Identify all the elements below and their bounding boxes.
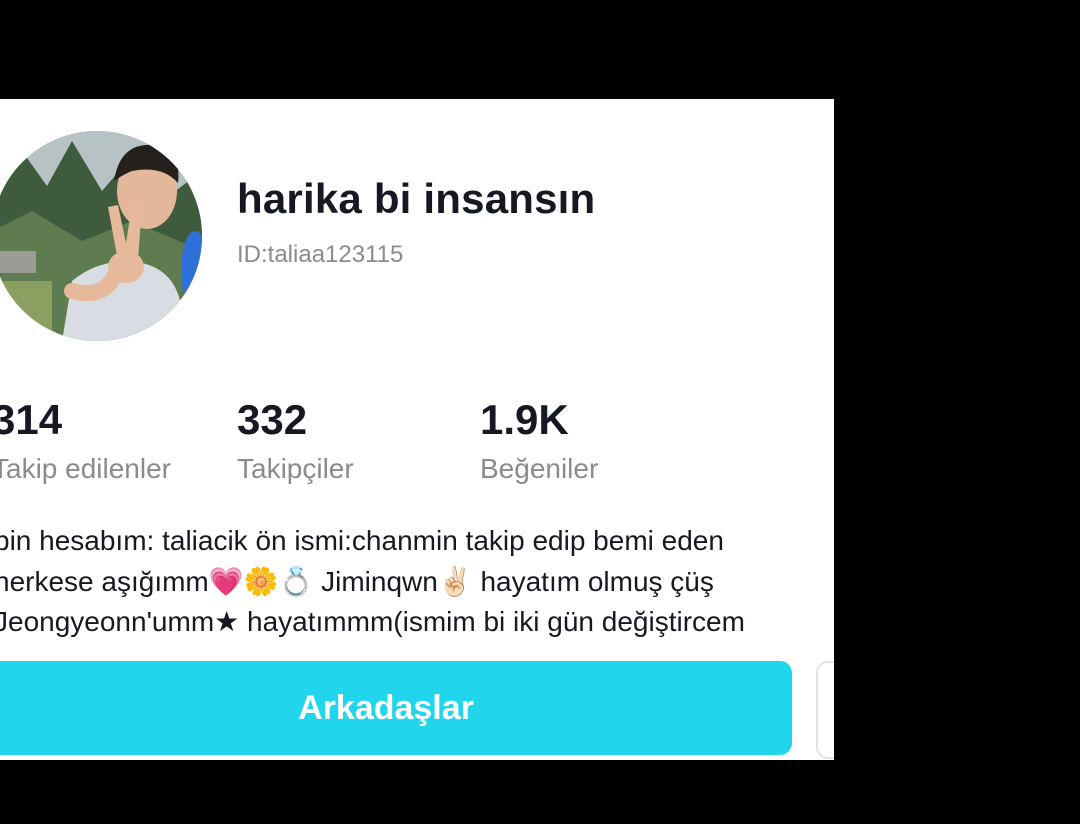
avatar-photo xyxy=(0,131,202,341)
stat-following[interactable]: 314 Takip edilenler xyxy=(0,395,171,485)
following-label: Takip edilenler xyxy=(0,453,171,484)
user-id: ID:taliaa123115 xyxy=(237,241,404,268)
more-options-button[interactable] xyxy=(816,661,834,759)
likes-label: Beğeniler xyxy=(480,453,599,484)
bio-line: Jeongyeonn'umm★ hayatımmm(ismim bi iki g… xyxy=(0,606,745,637)
bio-line: bin hesabım: taliacik ön ismi:chanmin ta… xyxy=(0,525,724,556)
followers-count: 332 xyxy=(237,396,308,443)
bio-line: herkese aşığımm💗🌼💍 Jiminqwn✌🏻 hayatım ol… xyxy=(0,565,714,597)
friends-button-label: Arkadaşlar xyxy=(298,688,474,727)
avatar[interactable] xyxy=(0,131,202,341)
display-name: harika bi insansın xyxy=(237,175,596,222)
stat-likes[interactable]: 1.9K Beğeniler xyxy=(480,395,598,485)
likes-count: 1.9K xyxy=(480,396,569,443)
following-count: 314 xyxy=(0,396,63,443)
stat-followers[interactable]: 332 Takipçiler xyxy=(237,395,354,485)
bio: bin hesabım: taliacik ön ismi:chanmin ta… xyxy=(0,521,834,643)
friends-button[interactable]: Arkadaşlar xyxy=(0,661,792,755)
profile-panel: harika bi insansın ID:taliaa123115 314 T… xyxy=(0,99,834,760)
followers-label: Takipçiler xyxy=(237,453,354,484)
